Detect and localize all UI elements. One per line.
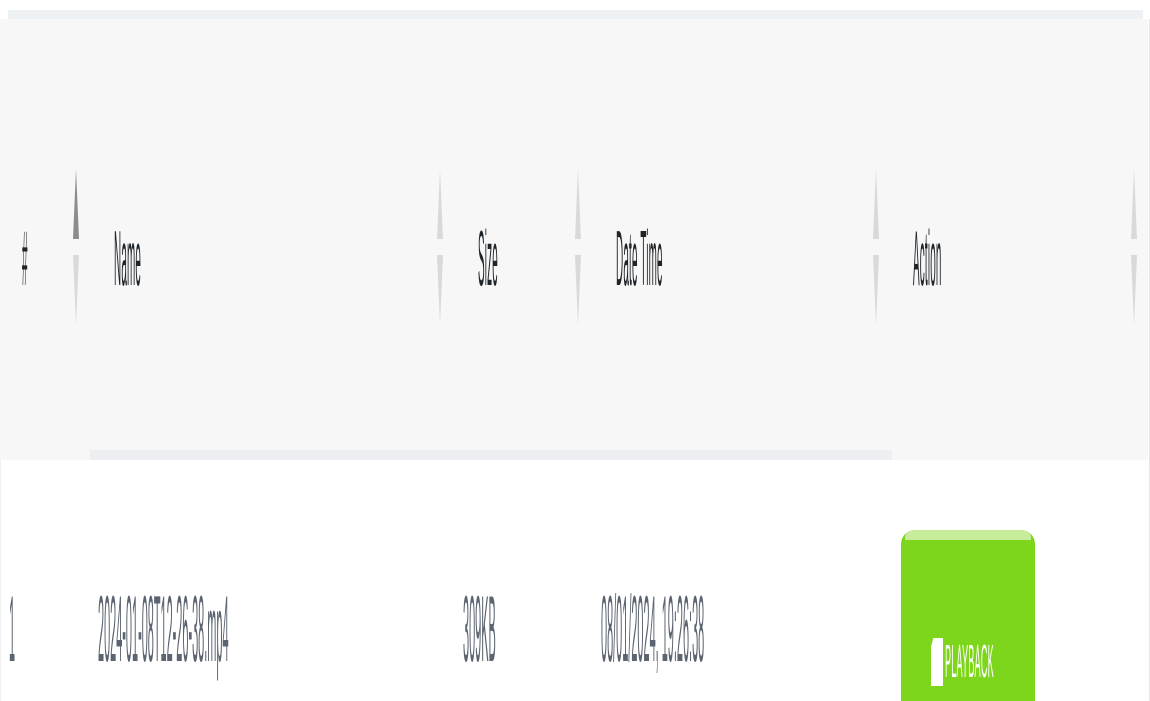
column-header-action-label: Action xyxy=(913,212,942,303)
column-header-name-label: Name xyxy=(114,212,142,303)
sort-descending-icon xyxy=(1131,255,1137,325)
sort-descending-icon xyxy=(73,255,79,325)
column-header-size-label: Size xyxy=(478,212,498,303)
column-header-name[interactable]: Name xyxy=(114,199,185,319)
file-table-view: # Name Size Date Time Action 1 2024-01-0… xyxy=(0,0,1150,701)
column-header-size[interactable]: Size xyxy=(478,199,531,319)
cell-name: 2024-01-08T12-26-38.mp4 xyxy=(98,560,409,700)
sort-descending-icon xyxy=(575,255,581,325)
column-header-datetime-label: Date Time xyxy=(616,212,663,303)
column-header-index-label: # xyxy=(22,212,28,303)
sort-ascending-icon xyxy=(73,169,79,239)
cell-size: 309KB xyxy=(463,560,541,700)
sort-icon-datetime[interactable] xyxy=(873,169,879,329)
cell-index: 1 xyxy=(9,560,23,700)
header-divider xyxy=(90,450,892,460)
playback-button-label: PLAYBACK xyxy=(945,634,994,687)
table-header: # Name Size Date Time Action xyxy=(0,19,1148,460)
sort-icon-action[interactable] xyxy=(1131,169,1137,329)
cell-datetime: 08/01/2024, 19:26:38 xyxy=(601,560,847,700)
sort-descending-icon xyxy=(873,255,879,325)
sort-icon-name[interactable] xyxy=(437,169,443,329)
sort-descending-icon xyxy=(437,255,443,325)
cell-name-text: 2024-01-08T12-26-38.mp4 xyxy=(98,574,229,683)
sort-icon-index[interactable] xyxy=(73,169,79,329)
sort-icon-size[interactable] xyxy=(575,169,581,329)
sort-ascending-icon xyxy=(575,169,581,239)
playback-button-content: PLAYBACK xyxy=(931,635,1035,687)
cell-size-text: 309KB xyxy=(463,574,496,683)
playback-button[interactable]: PLAYBACK xyxy=(901,530,1035,701)
cell-index-text: 1 xyxy=(9,574,16,683)
sort-ascending-icon xyxy=(1131,169,1137,239)
column-header-index[interactable]: # xyxy=(22,199,37,319)
play-icon xyxy=(931,638,943,686)
button-highlight xyxy=(905,530,1031,540)
cell-datetime-text: 08/01/2024, 19:26:38 xyxy=(601,574,705,683)
column-header-action[interactable]: Action xyxy=(913,199,988,319)
sort-ascending-icon xyxy=(437,169,443,239)
column-header-datetime[interactable]: Date Time xyxy=(616,199,739,319)
sort-ascending-icon xyxy=(873,169,879,239)
table-top-border xyxy=(8,10,1143,19)
